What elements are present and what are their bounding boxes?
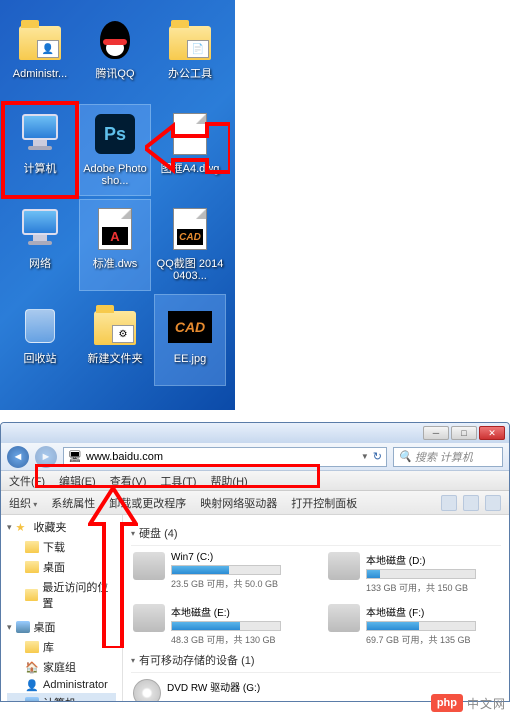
- toolbar-system-props[interactable]: 系统属性: [51, 495, 95, 511]
- drive-free-text: 48.3 GB 可用，共 130 GB: [171, 633, 304, 646]
- desktop-background: 👤 Administr... 腾讯QQ 📄 办公工具 计算机 Ps Adobe …: [0, 0, 235, 410]
- address-input[interactable]: [86, 451, 357, 463]
- tool-bar: 组织 系统属性 卸载或更改程序 映射网络驱动器 打开控制面板: [1, 491, 509, 515]
- drive-name: 本地磁盘 (E:): [171, 604, 304, 619]
- menu-edit[interactable]: 编辑(E): [59, 473, 96, 489]
- drive-name: Win7 (C:): [171, 552, 304, 563]
- icon-label: QQ截图 20140403...: [156, 258, 224, 282]
- toolbar-control-panel[interactable]: 打开控制面板: [291, 495, 357, 511]
- sidebar-item-computer[interactable]: 计算机: [7, 693, 116, 702]
- icon-label: 回收站: [24, 353, 57, 365]
- desktop-icon-dwg-file[interactable]: 图框A4.dwg: [155, 105, 225, 195]
- drive-icon: [328, 552, 360, 580]
- drive-e[interactable]: 本地磁盘 (E:) 48.3 GB 可用，共 130 GB: [131, 602, 306, 648]
- view-icon[interactable]: [441, 495, 457, 511]
- toolbar-uninstall[interactable]: 卸载或更改程序: [109, 495, 186, 511]
- sidebar-item-homegroup[interactable]: 🏠家庭组: [7, 657, 116, 677]
- help-icon[interactable]: [485, 495, 501, 511]
- desktop-icon-qq[interactable]: 腾讯QQ: [80, 10, 150, 100]
- section-hard-drives[interactable]: 硬盘 (4): [131, 521, 501, 546]
- drive-name: 本地磁盘 (D:): [366, 552, 499, 567]
- search-placeholder: 搜索 计算机: [415, 449, 473, 465]
- icon-label: EE.jpg: [174, 353, 206, 365]
- maximize-button[interactable]: □: [451, 426, 477, 440]
- content-pane: 硬盘 (4) Win7 (C:) 23.5 GB 可用，共 50.0 GB: [123, 515, 509, 702]
- preview-icon[interactable]: [463, 495, 479, 511]
- icon-label: 计算机: [24, 163, 57, 175]
- desktop-icon-grid: 👤 Administr... 腾讯QQ 📄 办公工具 计算机 Ps Adobe …: [5, 10, 230, 385]
- desktop-icon-dws-file[interactable]: A 标准.dws: [80, 200, 150, 290]
- icon-label: Administr...: [13, 68, 67, 80]
- computer-icon: 🖥: [68, 450, 82, 464]
- minimize-button[interactable]: ─: [423, 426, 449, 440]
- drive-usage-bar: [366, 569, 476, 579]
- menu-help[interactable]: 帮助(H): [210, 473, 247, 489]
- menu-bar: 文件(F) 编辑(E) 查看(V) 工具(T) 帮助(H): [1, 471, 509, 491]
- back-button[interactable]: ◄: [7, 446, 29, 468]
- desktop-icon-new-folder[interactable]: ⚙ 新建文件夹: [80, 295, 150, 385]
- drive-usage-bar: [171, 621, 281, 631]
- sidebar-item-admin[interactable]: 👤Administrator: [7, 677, 116, 693]
- toolbar-map-drive[interactable]: 映射网络驱动器: [200, 495, 277, 511]
- drive-free-text: 133 GB 可用，共 150 GB: [366, 581, 499, 594]
- drive-usage-bar: [366, 621, 476, 631]
- desktop-icon-ee-jpg[interactable]: CAD EE.jpg: [155, 295, 225, 385]
- drive-name: 本地磁盘 (F:): [366, 604, 499, 619]
- explorer-window: ─ □ ✕ ◄ ► 🖥 ▼ ↻ 🔍 搜索 计算机 文件(F) 编辑(E) 查看(…: [0, 422, 510, 702]
- dropdown-icon[interactable]: ▼: [361, 452, 369, 461]
- drive-c[interactable]: Win7 (C:) 23.5 GB 可用，共 50.0 GB: [131, 550, 306, 596]
- menu-file[interactable]: 文件(F): [9, 473, 45, 489]
- icon-label: Adobe Photosho...: [81, 163, 149, 187]
- icon-label: 网络: [29, 258, 51, 270]
- title-bar: ─ □ ✕: [1, 423, 509, 443]
- nav-bar: ◄ ► 🖥 ▼ ↻ 🔍 搜索 计算机: [1, 443, 509, 471]
- menu-view[interactable]: 查看(V): [110, 473, 147, 489]
- drive-dvd[interactable]: DVD RW 驱动器 (G:): [131, 677, 306, 702]
- icon-label: 办公工具: [168, 68, 212, 80]
- drive-icon: [133, 552, 165, 580]
- drive-name: DVD RW 驱动器 (G:): [167, 679, 304, 694]
- address-bar[interactable]: 🖥 ▼ ↻: [63, 447, 387, 467]
- forward-button[interactable]: ►: [35, 446, 57, 468]
- sidebar-favorites-title[interactable]: ★收藏夹: [7, 519, 116, 535]
- drive-free-text: 69.7 GB 可用，共 135 GB: [366, 633, 499, 646]
- photoshop-icon: Ps: [95, 114, 135, 154]
- drive-f[interactable]: 本地磁盘 (F:) 69.7 GB 可用，共 135 GB: [326, 602, 501, 648]
- sidebar-item-downloads[interactable]: 下载: [7, 537, 116, 557]
- watermark-text: 中文网: [467, 695, 506, 712]
- desktop-icon-network[interactable]: 网络: [5, 200, 75, 290]
- desktop-icon-computer[interactable]: 计算机: [5, 105, 75, 195]
- desktop-icon-qq-screenshot[interactable]: CAD QQ截图 20140403...: [155, 200, 225, 290]
- drive-free-text: 23.5 GB 可用，共 50.0 GB: [171, 577, 304, 590]
- drive-icon: [328, 604, 360, 632]
- disc-icon: [133, 679, 161, 702]
- desktop-icon-office-tools[interactable]: 📄 办公工具: [155, 10, 225, 100]
- icon-label: 新建文件夹: [88, 353, 143, 365]
- desktop-icon-recycle-bin[interactable]: 回收站: [5, 295, 75, 385]
- close-button[interactable]: ✕: [479, 426, 505, 440]
- desktop-icon-administrator[interactable]: 👤 Administr...: [5, 10, 75, 100]
- section-removable[interactable]: 有可移动存储的设备 (1): [131, 648, 501, 673]
- icon-label: 腾讯QQ: [95, 68, 134, 80]
- icon-label: 图框A4.dwg: [161, 163, 220, 175]
- drive-usage-bar: [171, 565, 281, 575]
- nav-sidebar: ★收藏夹 下载 桌面 最近访问的位置 桌面 库 🏠家庭组 👤Administra…: [1, 515, 123, 702]
- sidebar-item-libraries[interactable]: 库: [7, 637, 116, 657]
- desktop-icon-photoshop[interactable]: Ps Adobe Photosho...: [80, 105, 150, 195]
- sidebar-item-recent[interactable]: 最近访问的位置: [7, 577, 116, 613]
- drive-icon: [133, 604, 165, 632]
- toolbar-organize[interactable]: 组织: [9, 495, 37, 511]
- sidebar-desktop-title[interactable]: 桌面: [7, 619, 116, 635]
- icon-label: 标准.dws: [93, 258, 138, 270]
- watermark-logo: php: [431, 694, 463, 712]
- search-box[interactable]: 🔍 搜索 计算机: [393, 447, 503, 467]
- refresh-icon[interactable]: ↻: [373, 450, 382, 463]
- menu-tools[interactable]: 工具(T): [160, 473, 196, 489]
- explorer-wrapper: ─ □ ✕ ◄ ► 🖥 ▼ ↻ 🔍 搜索 计算机 文件(F) 编辑(E) 查看(…: [0, 422, 516, 717]
- search-icon: 🔍: [398, 450, 412, 463]
- watermark: php 中文网: [431, 694, 506, 712]
- drive-d[interactable]: 本地磁盘 (D:) 133 GB 可用，共 150 GB: [326, 550, 501, 596]
- sidebar-item-desktop[interactable]: 桌面: [7, 557, 116, 577]
